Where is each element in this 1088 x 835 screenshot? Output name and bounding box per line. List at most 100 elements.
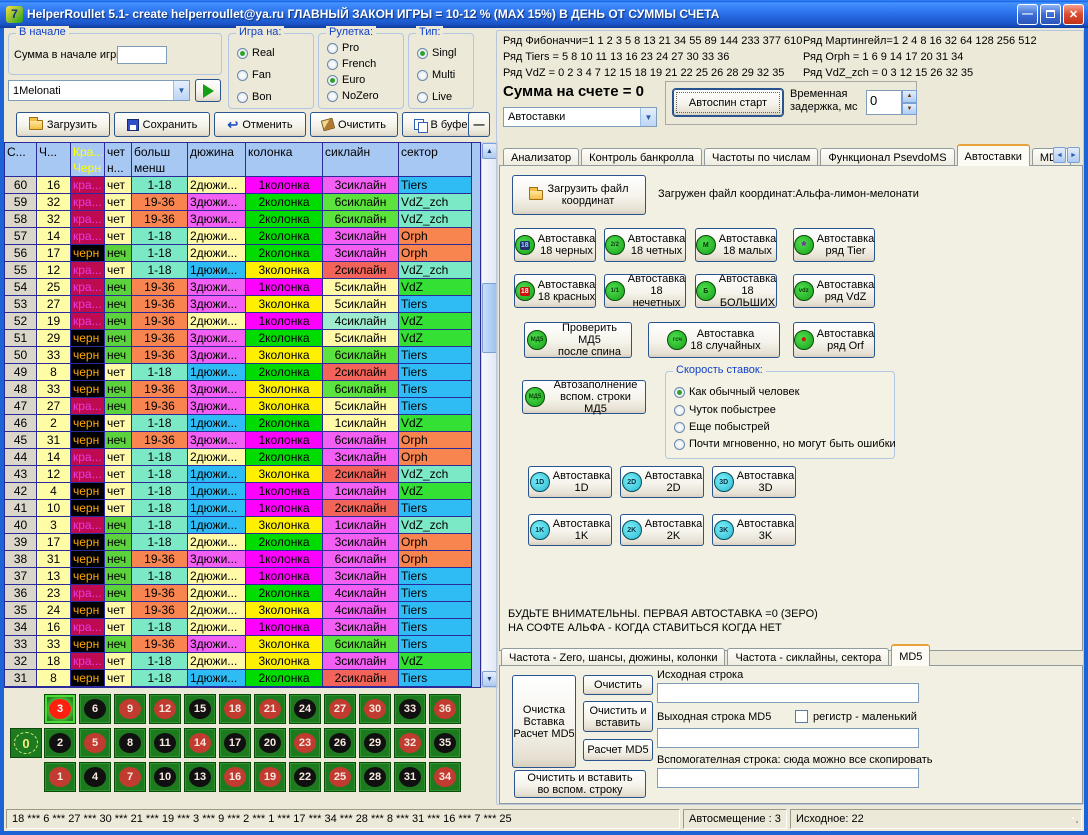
tab-bottom-3[interactable]: MD5 bbox=[891, 644, 930, 666]
tab-main-3[interactable]: Частоты по числам bbox=[704, 148, 818, 166]
table-row[interactable]: 3416кра...чет1-182дюжи...1колонка3сиклай… bbox=[5, 619, 480, 636]
tab-main-5[interactable]: Автоставки bbox=[957, 144, 1030, 166]
speed-radio-чуток-побыстрее[interactable]: Чуток побыстрее bbox=[674, 403, 776, 417]
tab-main-1[interactable]: Анализатор bbox=[503, 148, 579, 166]
table-row[interactable]: 5832кра...чет19-363дюжи...2колонка6сикла… bbox=[5, 211, 480, 228]
table-row[interactable]: 5617черннеч1-182дюжи...2колонка3сиклайнO… bbox=[5, 245, 480, 262]
table-row[interactable]: 4312кра...чет1-181дюжи...3колонка2сиклай… bbox=[5, 466, 480, 483]
clear-paste-aux-button[interactable]: Очистить и вставитьво вспом. строку bbox=[514, 770, 646, 798]
board-number-15[interactable]: 15 bbox=[184, 694, 216, 724]
game-on-radio-bon[interactable]: Bon bbox=[237, 90, 272, 104]
table-row[interactable]: 4414кра...чет1-182дюжи...2колонка3сиклай… bbox=[5, 449, 480, 466]
minimize-button[interactable]: — bbox=[1017, 4, 1038, 25]
roulette-radio-euro[interactable]: Euro bbox=[327, 73, 365, 87]
scroll-up-icon[interactable]: ▲ bbox=[482, 143, 497, 159]
type-radio-singl[interactable]: Singl bbox=[417, 46, 456, 60]
table-row[interactable]: 3713черннеч1-182дюжи...1колонка3сиклайнT… bbox=[5, 568, 480, 585]
board-number-3[interactable]: 3 bbox=[44, 694, 76, 724]
autostake-row2-2-button[interactable]: 1/1Автоставка18 нечетных bbox=[604, 274, 686, 308]
game-on-radio-real[interactable]: Real bbox=[237, 46, 275, 60]
source-string-input[interactable] bbox=[657, 683, 919, 703]
board-number-26[interactable]: 26 bbox=[324, 728, 356, 758]
md5-output-input[interactable] bbox=[657, 728, 919, 748]
resize-grip[interactable] bbox=[1070, 815, 1082, 827]
table-row[interactable]: 424чернчет1-181дюжи...1колонка1сиклайнVd… bbox=[5, 483, 480, 500]
autostake-row2-1-button[interactable]: 18Автоставка18 красных bbox=[514, 274, 596, 308]
table-row[interactable]: 3831черннеч19-363дюжи...1колонка6сиклайн… bbox=[5, 551, 480, 568]
start-sum-input[interactable] bbox=[117, 46, 167, 64]
board-number-11[interactable]: 11 bbox=[149, 728, 181, 758]
delay-spinner[interactable]: 0 ▲ ▼ bbox=[866, 90, 918, 115]
close-button[interactable]: ✕ bbox=[1063, 4, 1084, 25]
autostake-k-1-button[interactable]: 1KАвтоставка1K bbox=[528, 514, 612, 546]
play-button[interactable] bbox=[195, 79, 221, 102]
autostake-d-3-button[interactable]: 3DАвтоставка3D bbox=[712, 466, 796, 498]
board-number-17[interactable]: 17 bbox=[219, 728, 251, 758]
autostake-row1-2-button[interactable]: 2/2Автоставка18 четных bbox=[604, 228, 686, 262]
table-row[interactable]: 3917черннеч1-182дюжи...2колонка3сиклайнO… bbox=[5, 534, 480, 551]
profile-combo[interactable]: 1Melonati ▼ bbox=[8, 80, 190, 101]
lowercase-checkbox[interactable] bbox=[795, 710, 808, 723]
table-row[interactable]: 3333черннеч19-363дюжи...3колонка6сиклайн… bbox=[5, 636, 480, 653]
maximize-button[interactable] bbox=[1040, 4, 1061, 25]
scroll-down-icon[interactable]: ▼ bbox=[482, 671, 497, 687]
table-row[interactable]: 462чернчет1-181дюжи...2колонка1сиклайнVd… bbox=[5, 415, 480, 432]
board-number-0[interactable]: 0 bbox=[10, 728, 42, 758]
mode-combo[interactable]: Автоставки ▼ bbox=[503, 107, 657, 127]
tab-bottom-1[interactable]: Частота - Zero, шансы, дюжины, колонки bbox=[501, 648, 725, 666]
autostake-row3-2-button[interactable]: гсчАвтоставка18 случайных bbox=[648, 322, 780, 358]
table-row[interactable]: 4833черннеч19-363дюжи...3колонка6сиклайн… bbox=[5, 381, 480, 398]
autostake-d-2-button[interactable]: 2DАвтоставка2D bbox=[620, 466, 704, 498]
toolbar-undo-button[interactable]: ↩Отменить bbox=[214, 112, 306, 137]
tab-scroll-right-icon[interactable]: ► bbox=[1067, 147, 1080, 163]
clear-button[interactable]: Очистить bbox=[583, 675, 653, 695]
spinner-up-icon[interactable]: ▲ bbox=[902, 90, 917, 103]
board-number-10[interactable]: 10 bbox=[149, 762, 181, 792]
board-number-6[interactable]: 6 bbox=[79, 694, 111, 724]
board-number-20[interactable]: 20 bbox=[254, 728, 286, 758]
game-on-radio-fan[interactable]: Fan bbox=[237, 68, 271, 82]
board-number-8[interactable]: 8 bbox=[114, 728, 146, 758]
tab-main-4[interactable]: Функционал PsevdoMS bbox=[820, 148, 954, 166]
chevron-down-icon[interactable]: ▼ bbox=[173, 81, 189, 100]
autostake-k-2-button[interactable]: 2KАвтоставка2K bbox=[620, 514, 704, 546]
board-number-30[interactable]: 30 bbox=[359, 694, 391, 724]
autostake-row3-3-button[interactable]: ●Автоставкаряд Orf bbox=[793, 322, 875, 358]
board-number-9[interactable]: 9 bbox=[114, 694, 146, 724]
table-row[interactable]: 6016кра...чет1-182дюжи...1колонка3сиклай… bbox=[5, 177, 480, 194]
board-number-33[interactable]: 33 bbox=[394, 694, 426, 724]
tab-bottom-2[interactable]: Частота - сиклайны, сектора bbox=[727, 648, 889, 666]
board-number-18[interactable]: 18 bbox=[219, 694, 251, 724]
board-number-5[interactable]: 5 bbox=[79, 728, 111, 758]
calc-md5-button[interactable]: Расчет MD5 bbox=[583, 739, 653, 761]
type-radio-multi[interactable]: Multi bbox=[417, 68, 455, 82]
board-number-24[interactable]: 24 bbox=[289, 694, 321, 724]
scrollbar-thumb[interactable] bbox=[482, 283, 497, 353]
clear-and-paste-button[interactable]: Очистить ивставить bbox=[583, 701, 653, 732]
board-number-27[interactable]: 27 bbox=[324, 694, 356, 724]
table-row[interactable]: 5129черннеч19-363дюжи...2колонка5сиклайн… bbox=[5, 330, 480, 347]
table-row[interactable]: 5327кра...неч19-363дюжи...3колонка5сикла… bbox=[5, 296, 480, 313]
table-row[interactable]: 3623кра...неч19-362дюжи...2колонка4сикла… bbox=[5, 585, 480, 602]
board-number-31[interactable]: 31 bbox=[394, 762, 426, 792]
board-number-35[interactable]: 35 bbox=[429, 728, 461, 758]
autostake-k-3-button[interactable]: 3KАвтоставка3K bbox=[712, 514, 796, 546]
board-number-23[interactable]: 23 bbox=[289, 728, 321, 758]
autostake-row1-4-button[interactable]: *Автоставкаряд Tier bbox=[793, 228, 875, 262]
board-number-32[interactable]: 32 bbox=[394, 728, 426, 758]
roulette-radio-pro[interactable]: Pro bbox=[327, 41, 359, 55]
table-row[interactable]: 5512кра...чет1-181дюжи...3колонка2сиклай… bbox=[5, 262, 480, 279]
board-number-19[interactable]: 19 bbox=[254, 762, 286, 792]
table-row[interactable]: 498чернчет1-181дюжи...2колонка2сиклайнTi… bbox=[5, 364, 480, 381]
autostake-d-1-button[interactable]: 1DАвтоставка1D bbox=[528, 466, 612, 498]
table-row[interactable]: 5425кра...неч19-363дюжи...1колонка5сикла… bbox=[5, 279, 480, 296]
clear-paste-calc-button[interactable]: ОчисткаВставкаРасчет MD5 bbox=[512, 675, 576, 768]
speed-radio-как-обычный-человек[interactable]: Как обычный человек bbox=[674, 385, 799, 399]
board-number-12[interactable]: 12 bbox=[149, 694, 181, 724]
speed-radio-почти-мгновенно-но-могут-быть-ошибки[interactable]: Почти мгновенно, но могут быть ошибки bbox=[674, 437, 896, 451]
table-row[interactable]: 3524чернчет19-362дюжи...3колонка4сиклайн… bbox=[5, 602, 480, 619]
tab-scroll-left-icon[interactable]: ◄ bbox=[1053, 147, 1066, 163]
table-row[interactable]: 5219кра...неч19-362дюжи...1колонка4сикла… bbox=[5, 313, 480, 330]
board-number-21[interactable]: 21 bbox=[254, 694, 286, 724]
board-number-36[interactable]: 36 bbox=[429, 694, 461, 724]
